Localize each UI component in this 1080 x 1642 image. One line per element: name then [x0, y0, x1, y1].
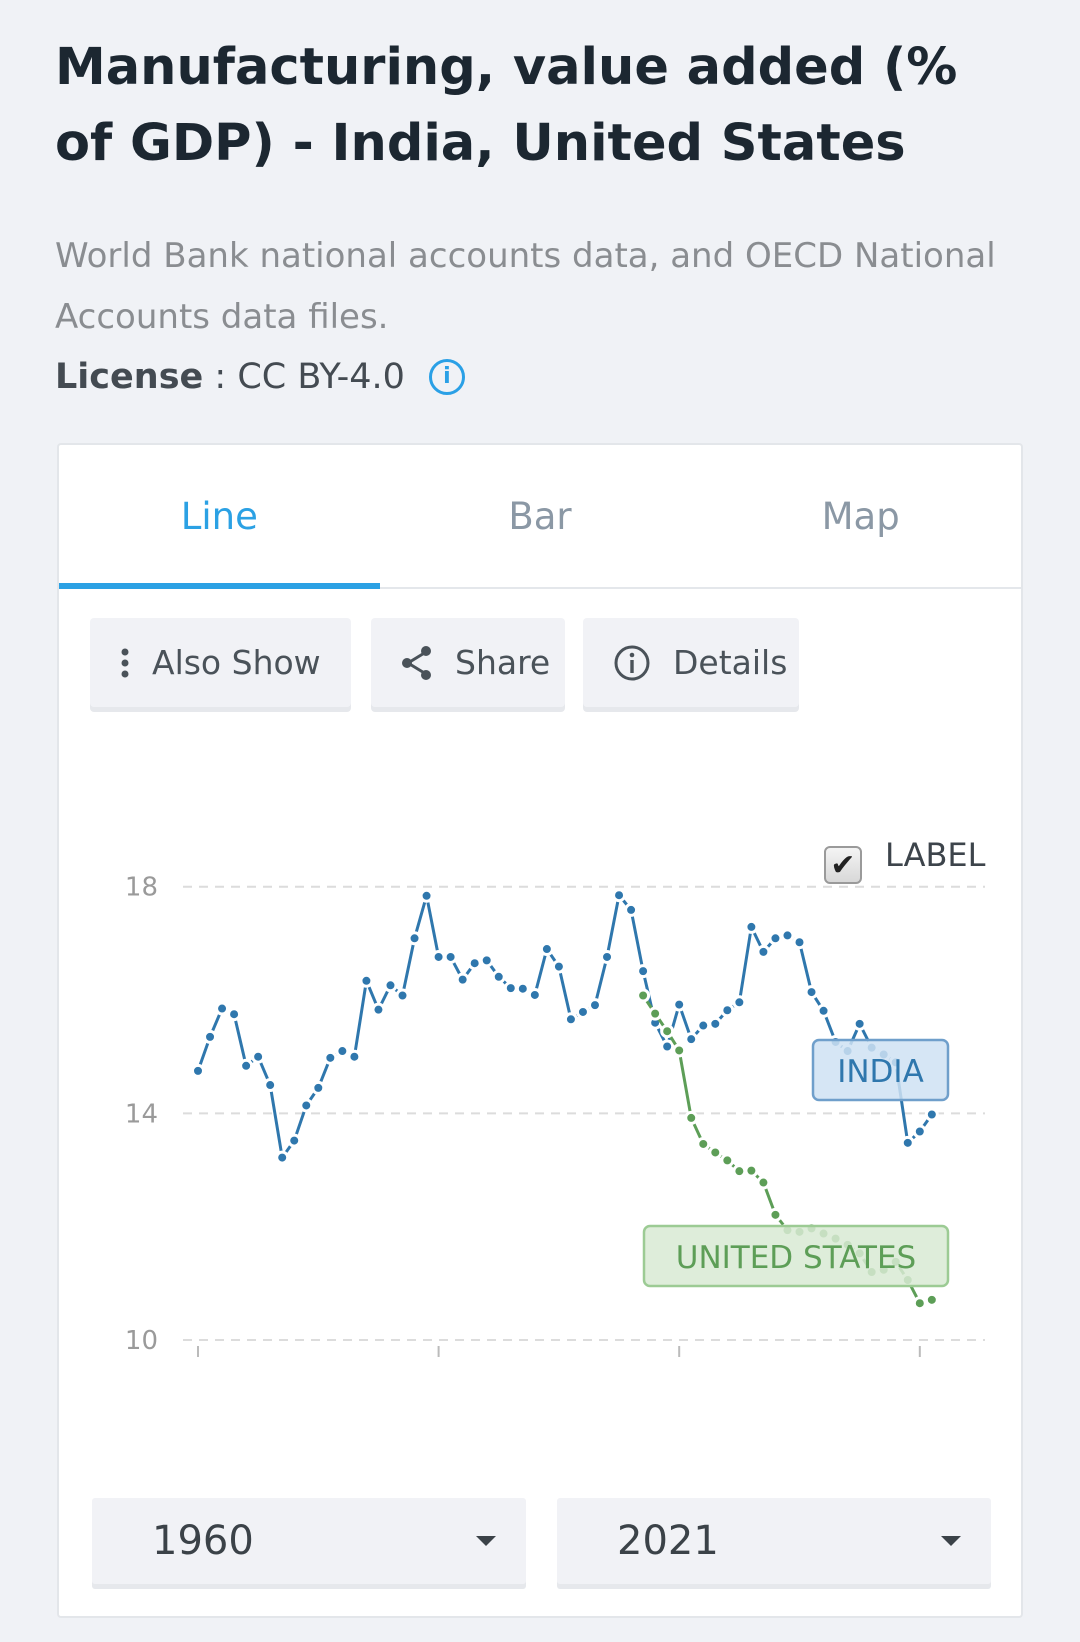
data-point — [720, 1003, 735, 1018]
series-label: INDIA — [837, 1054, 924, 1090]
data-point — [539, 942, 554, 957]
data-point — [768, 931, 783, 946]
data-point — [720, 1153, 735, 1168]
data-point — [816, 1003, 831, 1018]
data-point — [804, 985, 819, 1000]
data-point — [443, 949, 458, 964]
data-point — [419, 888, 434, 903]
data-point — [431, 949, 446, 964]
data-point — [696, 1018, 711, 1033]
checkmark-icon: ✔ — [830, 847, 856, 883]
y-tick-label: 14 — [125, 1099, 158, 1129]
data-point — [203, 1029, 218, 1044]
data-point — [527, 987, 542, 1002]
data-point — [383, 978, 398, 993]
data-point — [684, 1032, 699, 1047]
data-point — [575, 1004, 590, 1019]
data-point — [792, 935, 807, 950]
data-point — [708, 1016, 723, 1031]
data-point — [768, 1207, 783, 1222]
series-line — [196, 891, 934, 1162]
data-point — [744, 1163, 759, 1178]
data-point — [491, 969, 506, 984]
data-point — [924, 1107, 939, 1122]
data-point — [371, 1002, 386, 1017]
data-point — [900, 1135, 915, 1150]
data-point — [227, 1007, 242, 1022]
data-point — [672, 997, 687, 1012]
data-point — [503, 981, 518, 996]
data-point — [624, 902, 639, 917]
data-point — [672, 1043, 687, 1058]
label-toggle-text: LABEL — [885, 836, 986, 874]
data-point — [299, 1098, 314, 1113]
data-point — [395, 988, 410, 1003]
data-point — [551, 959, 566, 974]
data-point — [924, 1292, 939, 1307]
data-point — [732, 1164, 747, 1179]
data-point — [708, 1145, 723, 1160]
data-point — [684, 1110, 699, 1125]
data-point — [467, 956, 482, 971]
data-point — [335, 1044, 350, 1059]
data-point — [275, 1150, 290, 1165]
data-point — [660, 1024, 675, 1039]
data-point — [239, 1058, 254, 1073]
data-point — [852, 1016, 867, 1031]
series-label: UNITED STATES — [676, 1240, 916, 1276]
data-point — [479, 953, 494, 968]
data-point — [612, 888, 627, 903]
data-point — [660, 1039, 675, 1054]
data-point — [311, 1080, 326, 1095]
data-point — [912, 1296, 927, 1311]
data-point — [191, 1063, 205, 1078]
y-tick-label: 10 — [125, 1326, 158, 1356]
data-point — [515, 981, 530, 996]
data-point — [636, 988, 651, 1003]
data-point — [359, 973, 374, 988]
data-point — [912, 1124, 927, 1139]
data-point — [563, 1012, 578, 1027]
data-point — [587, 998, 602, 1013]
data-point — [744, 919, 759, 934]
data-point — [263, 1078, 278, 1093]
data-point — [323, 1050, 338, 1065]
data-point — [696, 1136, 711, 1151]
data-point — [756, 1175, 771, 1190]
data-point — [455, 972, 470, 987]
data-point — [756, 944, 771, 959]
label-checkbox[interactable]: ✔ — [824, 846, 862, 884]
data-point — [648, 1006, 663, 1021]
data-point — [347, 1049, 362, 1064]
y-tick-label: 18 — [125, 873, 158, 903]
data-point — [732, 995, 747, 1010]
data-point — [251, 1049, 266, 1064]
data-point — [215, 1001, 230, 1016]
data-point — [287, 1133, 302, 1148]
line-chart: 18 14 10 INDIA UNITED STATES — [125, 873, 985, 1357]
data-point — [600, 949, 615, 964]
data-point — [407, 931, 422, 946]
data-point — [780, 928, 795, 943]
data-point — [636, 964, 651, 979]
